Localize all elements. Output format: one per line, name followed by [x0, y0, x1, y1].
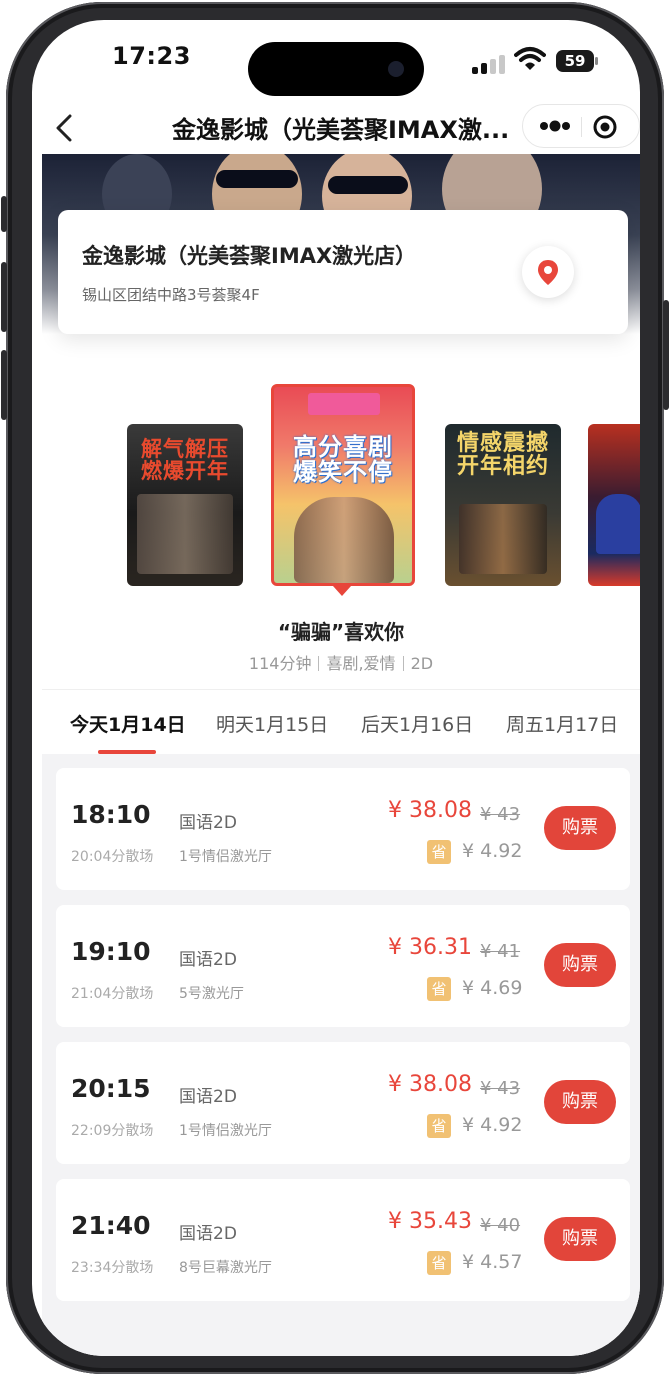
selected-poster-indicator — [333, 586, 351, 596]
battery-cap — [595, 57, 598, 65]
show-original-price: ¥ 43 — [480, 804, 521, 825]
movie-poster-4[interactable] — [588, 424, 640, 586]
cellular-signal-icon — [472, 54, 506, 74]
save-amount: ¥ 4.57 — [462, 1251, 523, 1273]
silent-switch — [1, 196, 7, 232]
show-language: 国语2D — [179, 1087, 237, 1107]
dynamic-island — [248, 42, 424, 96]
wifi-icon — [514, 47, 546, 70]
phone-screen: 17:23 59 金逸影城（光美荟聚IMAX激... 金逸影城（光美荟聚IMAX… — [32, 20, 640, 1356]
cinema-info-card[interactable]: 金逸影城（光美荟聚IMAX激光店） 锡山区团结中路3号荟聚4F — [58, 210, 628, 334]
show-original-price: ¥ 41 — [480, 941, 521, 962]
poster-2-text: 高分喜剧 爆笑不停 — [293, 433, 393, 487]
movie-duration: 114分钟 — [248, 654, 312, 673]
camera-icon — [388, 61, 404, 77]
tab-friday[interactable]: 周五1月17日 — [506, 710, 618, 737]
show-start-time: 20:15 — [71, 1074, 151, 1103]
target-icon[interactable] — [593, 115, 617, 139]
show-language: 国语2D — [179, 950, 237, 970]
movie-poster-1[interactable]: 解气解压 燃爆开年 — [127, 424, 243, 586]
showtime-row[interactable]: 21:40 23:34分散场 国语2D 8号巨幕激光厅 ¥ 35.43 ¥ 40… — [56, 1179, 630, 1301]
volume-up-button — [1, 262, 7, 332]
movie-meta: 114分钟 喜剧,爱情 2D — [42, 650, 640, 674]
buy-ticket-button[interactable]: 购票 — [544, 806, 616, 850]
more-dots-icon[interactable] — [537, 116, 573, 136]
buy-ticket-button[interactable]: 购票 — [544, 1217, 616, 1261]
show-end-time: 22:09分散场 — [71, 1123, 154, 1139]
mini-program-capsule — [522, 104, 640, 148]
show-price: ¥ 38.08 — [388, 798, 472, 823]
showtime-row[interactable]: 18:10 20:04分散场 国语2D 1号情侣激光厅 ¥ 38.08 ¥ 43… — [56, 768, 630, 890]
show-hall: 5号激光厅 — [179, 986, 244, 1002]
buy-ticket-button[interactable]: 购票 — [544, 943, 616, 987]
show-price: ¥ 36.31 — [388, 935, 472, 960]
chevron-left-icon[interactable] — [50, 112, 80, 144]
tab-tomorrow[interactable]: 明天1月15日 — [216, 710, 328, 737]
show-price: ¥ 35.43 — [388, 1209, 472, 1234]
status-time: 17:23 — [112, 42, 191, 70]
show-price: ¥ 38.08 — [388, 1072, 472, 1097]
movie-title: “骗骗”喜欢你 — [277, 620, 405, 644]
show-language: 国语2D — [179, 1224, 237, 1244]
tab-today[interactable]: 今天1月14日 — [70, 710, 186, 737]
save-amount: ¥ 4.69 — [462, 977, 523, 999]
save-badge: 省 — [427, 1114, 451, 1138]
save-badge: 省 — [427, 977, 451, 1001]
buy-ticket-button[interactable]: 购票 — [544, 1080, 616, 1124]
poster-3-text: 情感震撼 开年相约 — [456, 431, 549, 480]
show-original-price: ¥ 43 — [480, 1078, 521, 1099]
show-hall: 1号情侣激光厅 — [179, 1123, 272, 1139]
power-button — [663, 300, 669, 410]
save-badge: 省 — [427, 840, 451, 864]
save-badge: 省 — [427, 1251, 451, 1275]
show-original-price: ¥ 40 — [480, 1215, 521, 1236]
page-title: 金逸影城（光美荟聚IMAX激... — [172, 116, 510, 144]
show-language: 国语2D — [179, 813, 237, 833]
capsule-divider — [581, 117, 582, 137]
date-tabs: 今天1月14日 明天1月15日 后天1月16日 周五1月17日 — [42, 690, 640, 754]
show-hall: 1号情侣激光厅 — [179, 849, 272, 865]
volume-down-button — [1, 350, 7, 420]
movie-format: 2D — [410, 654, 434, 673]
show-start-time: 18:10 — [71, 800, 151, 829]
location-button[interactable] — [522, 246, 574, 298]
showtime-row[interactable]: 19:10 21:04分散场 国语2D 5号激光厅 ¥ 36.31 ¥ 41 省… — [56, 905, 630, 1027]
show-end-time: 21:04分散场 — [71, 986, 154, 1002]
poster-1-text: 解气解压 燃爆开年 — [141, 437, 229, 484]
map-pin-icon — [538, 260, 558, 285]
movie-poster-2-selected[interactable]: 高分喜剧 爆笑不停 — [271, 384, 415, 586]
battery-icon: 59 — [556, 50, 594, 72]
show-start-time: 21:40 — [71, 1211, 151, 1240]
show-end-time: 23:34分散场 — [71, 1260, 154, 1276]
movie-genre: 喜剧,爱情 — [326, 654, 396, 673]
show-start-time: 19:10 — [71, 937, 151, 966]
show-hall: 8号巨幕激光厅 — [179, 1260, 272, 1276]
showtime-list: 18:10 20:04分散场 国语2D 1号情侣激光厅 ¥ 38.08 ¥ 43… — [42, 754, 640, 1356]
nav-bar: 金逸影城（光美荟聚IMAX激... — [32, 102, 640, 154]
tab-day-after[interactable]: 后天1月16日 — [361, 710, 473, 737]
cinema-name: 金逸影城（光美荟聚IMAX激光店） — [82, 244, 417, 268]
show-end-time: 20:04分散场 — [71, 849, 154, 865]
page-content: 金逸影城（光美荟聚IMAX激光店） 锡山区团结中路3号荟聚4F 解气解压 燃爆开… — [42, 154, 640, 1356]
showtime-row[interactable]: 20:15 22:09分散场 国语2D 1号情侣激光厅 ¥ 38.08 ¥ 43… — [56, 1042, 630, 1164]
cinema-address: 锡山区团结中路3号荟聚4F — [82, 286, 260, 304]
save-amount: ¥ 4.92 — [462, 840, 523, 862]
save-amount: ¥ 4.92 — [462, 1114, 523, 1136]
movie-poster-3[interactable]: 情感震撼 开年相约 — [445, 424, 561, 586]
